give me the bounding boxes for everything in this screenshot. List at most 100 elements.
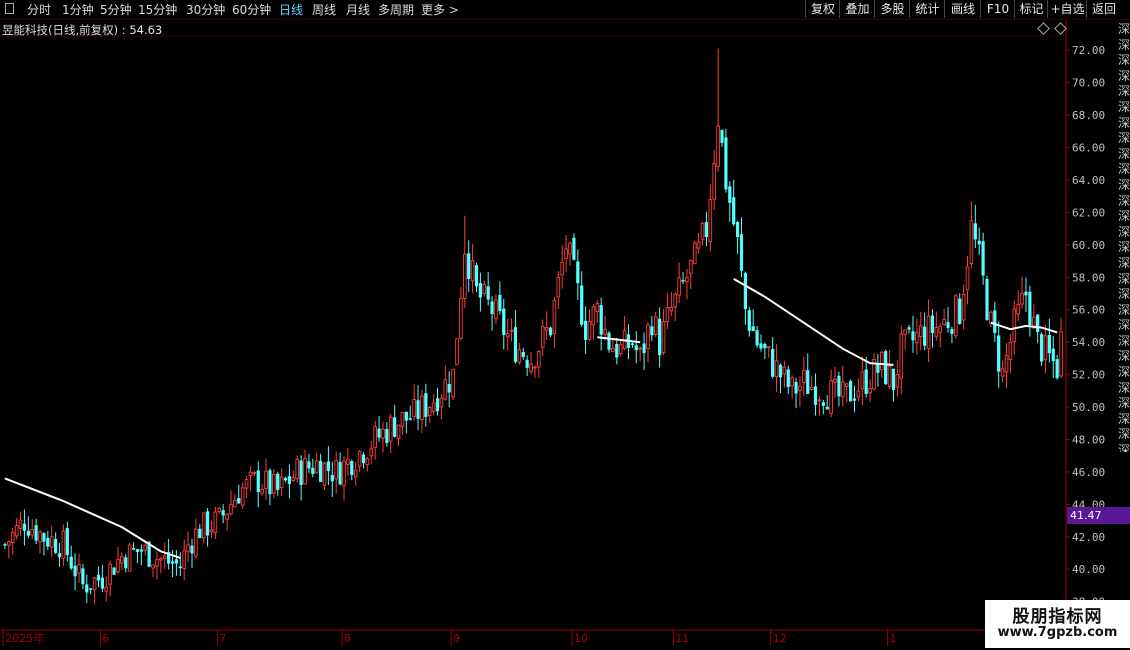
candle-body [455, 338, 459, 365]
candle-body [1047, 334, 1051, 354]
candle [30, 519, 35, 540]
candle-body [502, 308, 506, 336]
toolbar-button-7[interactable]: +自选 [1047, 0, 1087, 18]
candle [77, 553, 81, 583]
candle [689, 259, 693, 289]
y-tick-label: 66.00 [1072, 142, 1105, 155]
y-tick-label: 42.00 [1072, 531, 1105, 544]
candle-body [844, 383, 849, 387]
candle [872, 353, 876, 391]
candle [548, 326, 553, 338]
candle [400, 411, 405, 436]
candle [677, 262, 681, 303]
candle [876, 353, 880, 387]
period-tab-10[interactable]: 更多 > [421, 1, 459, 18]
candle-body [388, 416, 393, 442]
candle-body [771, 348, 775, 377]
candle [424, 383, 428, 427]
toolbar-grip-icon[interactable] [5, 3, 14, 14]
candle [139, 544, 143, 566]
candle-body [599, 305, 603, 335]
candle-body [580, 285, 584, 325]
candle [934, 311, 939, 341]
candle [502, 298, 506, 350]
period-tab-3[interactable]: 15分钟 [138, 1, 177, 18]
period-tab-7[interactable]: 周线 [312, 1, 336, 18]
kline-chart[interactable]: 72.00 70.00 68.00 66.00 64.00 62.00 60.00 58.00… [0, 0, 1130, 650]
period-tab-4[interactable]: 30分钟 [186, 1, 225, 18]
toolbar-button-2[interactable]: 多股 [874, 0, 910, 18]
candle-body [509, 329, 514, 332]
candle [669, 291, 674, 317]
candle-body [420, 395, 424, 420]
toolbar-button-8[interactable]: 返回 [1086, 0, 1121, 18]
candle [353, 462, 358, 486]
toolbar-button-5[interactable]: F10 [980, 0, 1015, 18]
candle-body [595, 303, 600, 313]
y-tick-label: 70.00 [1072, 77, 1105, 90]
trendline [733, 278, 894, 366]
candle [61, 524, 66, 566]
candle [961, 284, 966, 330]
candle-body [330, 474, 334, 482]
candle [864, 356, 868, 398]
candle [544, 311, 549, 340]
period-tab-2[interactable]: 5分钟 [100, 1, 132, 18]
candle [69, 545, 73, 571]
candle [100, 564, 104, 593]
candle-body [864, 369, 868, 394]
period-tab-9[interactable]: 多周期 [378, 1, 414, 18]
candle-body [938, 326, 943, 333]
period-tab-0[interactable]: 分时 [27, 1, 51, 18]
candle-body [268, 470, 272, 495]
period-tab-6[interactable]: 日线 [279, 1, 303, 18]
candle-body [96, 574, 101, 581]
candle [946, 307, 950, 333]
period-tab-1[interactable]: 1分钟 [62, 1, 94, 18]
candle-body [942, 318, 946, 325]
toolbar-button-3[interactable]: 统计 [909, 0, 945, 18]
stock-title-row: 昱能科技(日线,前复权) : 54.63 [2, 22, 162, 38]
candle [646, 321, 650, 363]
candle-body [463, 253, 467, 299]
candle [658, 307, 662, 368]
period-tab-8[interactable]: 月线 [346, 1, 370, 18]
toolbar-button-1[interactable]: 叠加 [839, 0, 875, 18]
candle-body [49, 536, 54, 548]
candle-body [159, 558, 163, 561]
x-tick-label: 9 [453, 632, 460, 645]
candle-body [584, 320, 588, 340]
candle-body [186, 544, 190, 552]
candle-body [54, 538, 58, 553]
candle [338, 452, 342, 486]
candle-body [661, 321, 666, 354]
candle-body [213, 511, 218, 533]
candle-body [1039, 334, 1044, 362]
candle [201, 512, 206, 544]
candle-body [490, 301, 494, 315]
candle [884, 349, 888, 386]
candle [732, 179, 736, 227]
candle [622, 316, 627, 350]
candle [34, 518, 38, 544]
candle [650, 316, 654, 342]
period-tab-5[interactable]: 60分钟 [232, 1, 271, 18]
candle-body [299, 460, 303, 486]
candle [747, 306, 751, 337]
candle [135, 549, 140, 564]
candle [416, 385, 420, 431]
toolbar-button-6[interactable]: 标记 [1014, 0, 1048, 18]
candle [159, 556, 163, 574]
candle-body [712, 163, 717, 200]
candle-body [1036, 314, 1040, 332]
candle-body [794, 382, 798, 394]
candle-body [57, 553, 62, 558]
candle-body [276, 473, 280, 490]
candle-body [139, 549, 143, 552]
toolbar-button-0[interactable]: 复权 [805, 0, 840, 18]
toolbar-button-4[interactable]: 画线 [944, 0, 981, 18]
candle-body [283, 477, 288, 481]
candle [447, 371, 451, 408]
candle-body [424, 393, 428, 417]
candle [85, 574, 89, 603]
